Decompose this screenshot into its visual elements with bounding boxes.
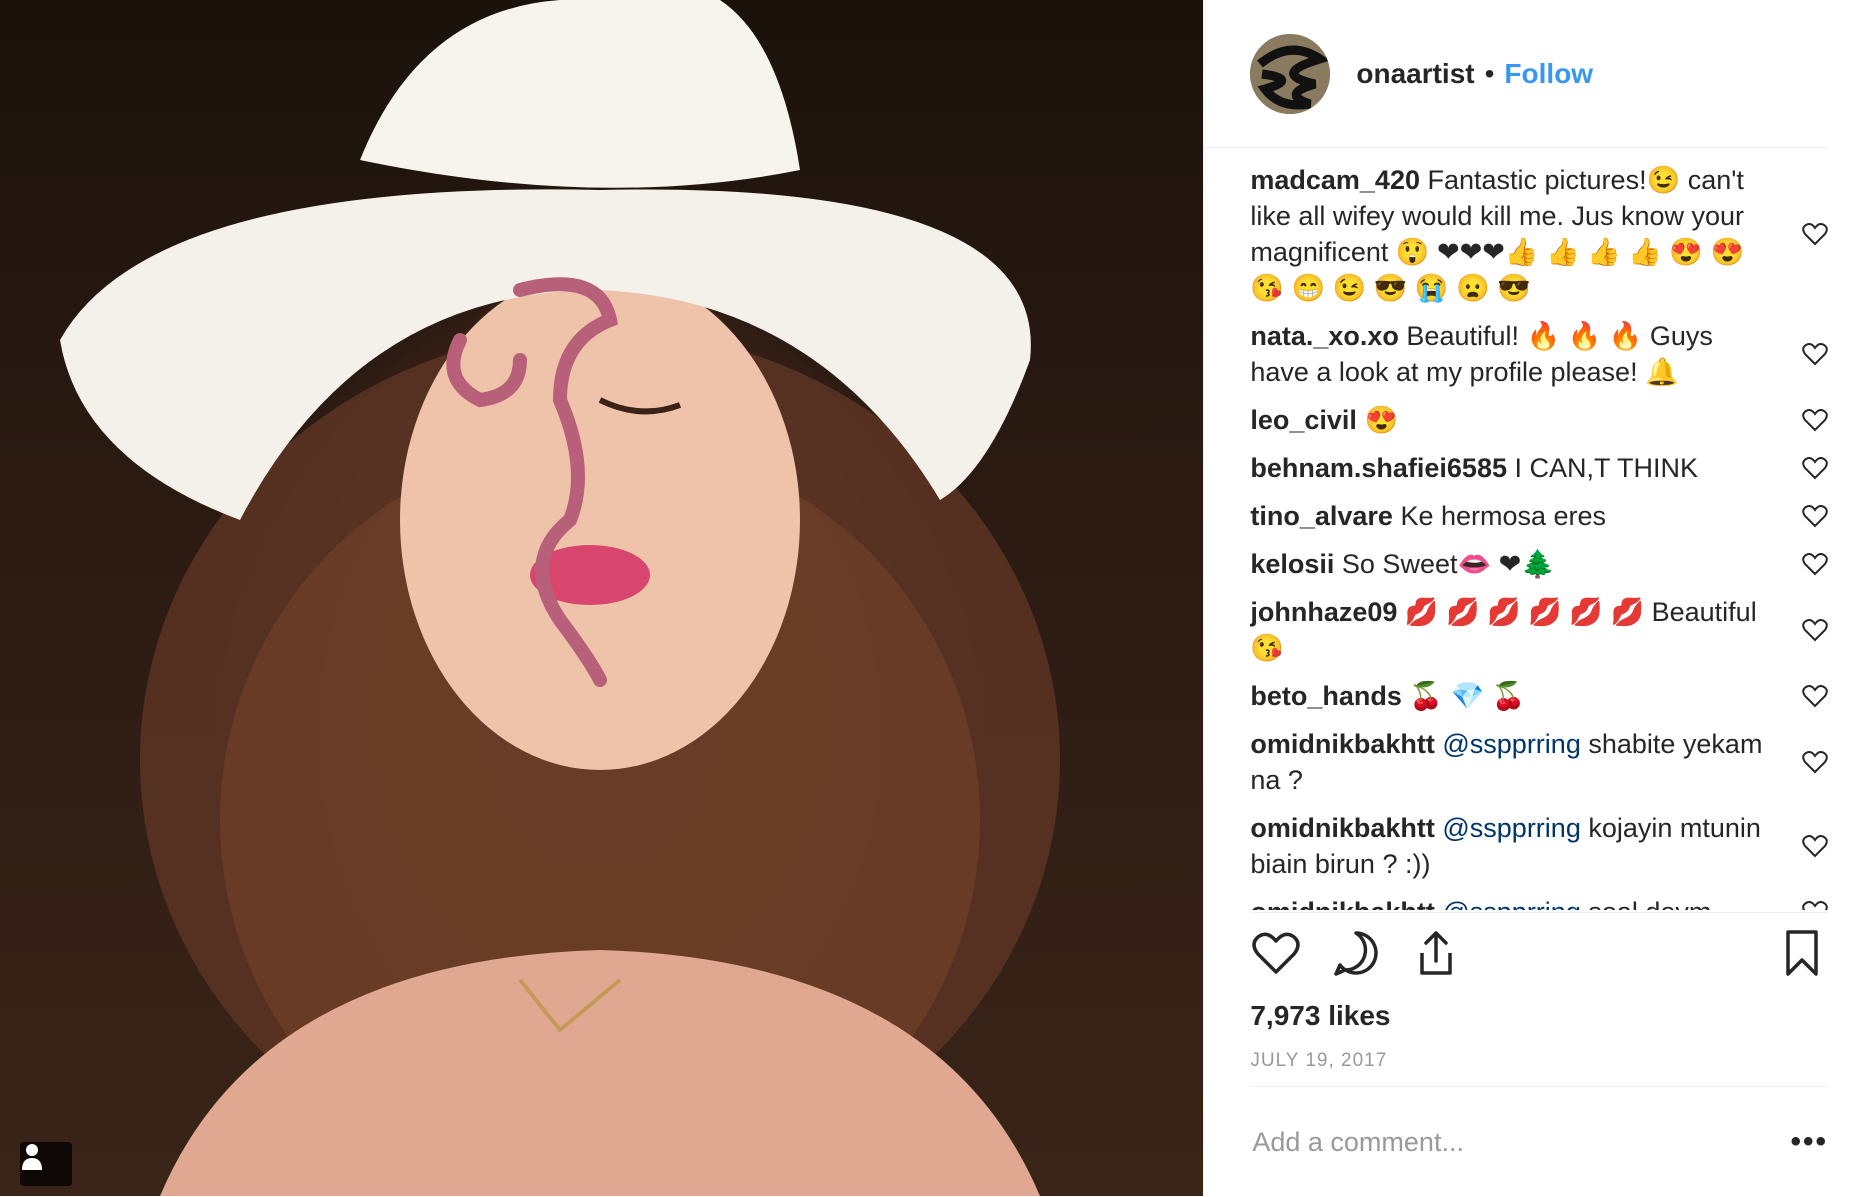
- post-actions-bar: [1250, 912, 1828, 993]
- user-tag-icon: [22, 1144, 42, 1170]
- comment-item: tino_alvare Ke hermosa eres: [1250, 498, 1828, 534]
- comment-item: behnam.shafiei6585 I CAN,T THINK: [1250, 450, 1828, 486]
- comment-item: omidnikbakhtt @sspprring kojayin mtunin …: [1250, 810, 1828, 882]
- post-viewer: onaartist • Follow madcam_420 Fantastic …: [0, 0, 1868, 1196]
- comment-username[interactable]: kelosii: [1250, 549, 1334, 579]
- follow-button[interactable]: Follow: [1504, 58, 1593, 90]
- bookmark-icon[interactable]: [1776, 927, 1828, 979]
- comment-like-heart-icon[interactable]: [1802, 684, 1828, 708]
- comment-text: 😍: [1356, 405, 1399, 435]
- header-separator: •: [1484, 57, 1495, 89]
- add-comment-input[interactable]: [1250, 1125, 1791, 1159]
- avatar[interactable]: [1250, 33, 1331, 114]
- comment-like-heart-icon[interactable]: [1802, 342, 1828, 366]
- comment-username[interactable]: omidnikbakhtt: [1250, 897, 1435, 910]
- comment-icon[interactable]: [1330, 927, 1382, 979]
- comment-mention[interactable]: @sspprring: [1435, 729, 1580, 759]
- comment-like-heart-icon[interactable]: [1802, 456, 1828, 480]
- comment-like-heart-icon[interactable]: [1802, 552, 1828, 576]
- comment-text: I CAN,T THINK: [1506, 453, 1699, 483]
- comment-username[interactable]: behnam.shafiei6585: [1250, 453, 1507, 483]
- comment-item: johnhaze09 💋 💋 💋 💋 💋 💋 Beautiful 😘: [1250, 594, 1828, 666]
- comment-like-heart-icon[interactable]: [1802, 408, 1828, 432]
- user-tag-button[interactable]: [20, 1142, 72, 1186]
- share-icon[interactable]: [1410, 927, 1462, 979]
- comments-list[interactable]: madcam_420 Fantastic pictures!😉 can't li…: [1250, 150, 1828, 910]
- comment-username[interactable]: beto_hands: [1250, 681, 1402, 711]
- comment-text: 🍒 💎 🍒: [1401, 681, 1526, 711]
- comment-username[interactable]: johnhaze09: [1250, 597, 1397, 627]
- avatar-scribble-icon: [1250, 33, 1331, 114]
- more-options-button[interactable]: •••: [1790, 1125, 1828, 1159]
- comment-text: Ke hermosa eres: [1392, 501, 1607, 531]
- comment-username[interactable]: tino_alvare: [1250, 501, 1393, 531]
- comment-text: soal dovm: [1581, 897, 1711, 910]
- post-header: onaartist • Follow: [1204, 0, 1828, 148]
- post-date[interactable]: JULY 19, 2017: [1250, 1050, 1387, 1072]
- likes-count[interactable]: 7,973 likes: [1250, 1000, 1390, 1032]
- photo-illustration: [60, 0, 1060, 1196]
- comment-like-heart-icon[interactable]: [1802, 618, 1828, 642]
- comment-username[interactable]: omidnikbakhtt: [1250, 813, 1435, 843]
- comment-item: omidnikbakhtt @sspprring soal dovm: [1250, 894, 1828, 910]
- comment-like-heart-icon[interactable]: [1802, 504, 1828, 528]
- comment-username[interactable]: omidnikbakhtt: [1250, 729, 1435, 759]
- comment-like-heart-icon[interactable]: [1802, 834, 1828, 858]
- comment-username[interactable]: madcam_420: [1250, 165, 1420, 195]
- comment-item: madcam_420 Fantastic pictures!😉 can't li…: [1250, 162, 1828, 306]
- comment-item: beto_hands 🍒 💎 🍒: [1250, 678, 1828, 714]
- comment-like-heart-icon[interactable]: [1802, 222, 1828, 246]
- comment-mention[interactable]: @sspprring: [1435, 813, 1580, 843]
- comment-username[interactable]: nata._xo.xo: [1250, 321, 1399, 351]
- comment-like-heart-icon[interactable]: [1802, 750, 1828, 774]
- comment-mention[interactable]: @sspprring: [1435, 897, 1580, 910]
- comment-item: nata._xo.xo Beautiful! 🔥 🔥 🔥 Guys have a…: [1250, 318, 1828, 390]
- post-photo[interactable]: [0, 0, 1204, 1196]
- add-comment-row: •••: [1250, 1086, 1828, 1197]
- comment-item: kelosii So Sweet👄 ❤🌲: [1250, 546, 1828, 582]
- comment-text: So Sweet👄 ❤🌲: [1334, 549, 1555, 579]
- comment-username[interactable]: leo_civil: [1250, 405, 1357, 435]
- comment-item: leo_civil 😍: [1250, 402, 1828, 438]
- comment-like-heart-icon[interactable]: [1802, 900, 1828, 910]
- post-sidebar: onaartist • Follow madcam_420 Fantastic …: [1203, 0, 1868, 1196]
- post-author-username[interactable]: onaartist: [1356, 58, 1474, 90]
- comment-item: omidnikbakhtt @sspprring shabite yekam n…: [1250, 726, 1828, 798]
- heart-icon[interactable]: [1250, 927, 1302, 979]
